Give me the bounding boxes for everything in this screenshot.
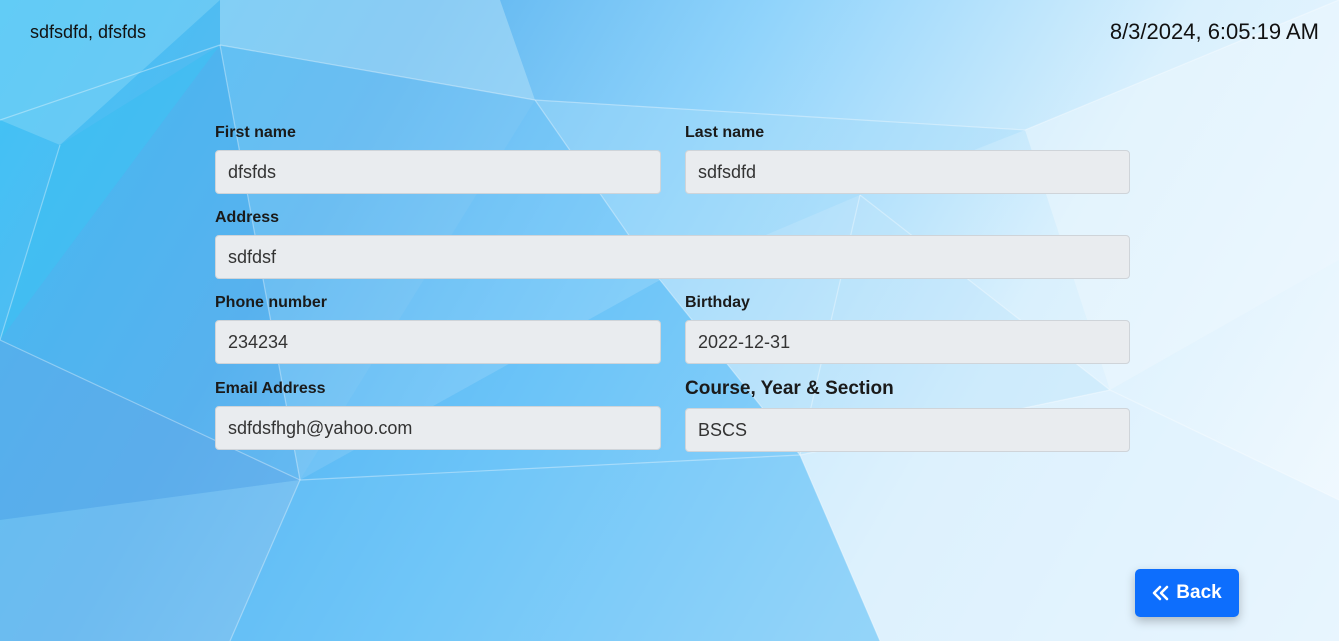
phone-field[interactable]: 234234	[215, 320, 661, 364]
double-chevron-left-icon	[1152, 585, 1170, 601]
datetime-display: 8/3/2024, 6:05:19 AM	[1109, 19, 1319, 44]
birthday-group: Birthday 2022-12-31	[685, 294, 1130, 364]
first-name-group: First name dfsfds	[215, 124, 661, 194]
phone-label: Phone number	[215, 294, 328, 311]
address-label: Address	[215, 209, 280, 226]
email-group: Email Address sdfdsfhgh@yahoo.com	[215, 380, 661, 450]
email-field[interactable]: sdfdsfhgh@yahoo.com	[215, 406, 661, 450]
course-label: Course, Year & Section	[685, 378, 894, 399]
course-group: Course, Year & Section BSCS	[685, 378, 1130, 452]
last-name-group: Last name sdfsdfd	[685, 124, 1130, 194]
first-name-field[interactable]: dfsfds	[215, 150, 661, 194]
back-button[interactable]: Back	[1135, 569, 1239, 617]
last-name-field[interactable]: sdfsdfd	[685, 150, 1130, 194]
address-field[interactable]: sdfdsf	[215, 235, 1130, 279]
user-name: sdfsdfd, dfsfds	[30, 22, 147, 42]
course-field[interactable]: BSCS	[685, 408, 1130, 452]
email-label: Email Address	[215, 380, 326, 397]
address-group: Address sdfdsf	[215, 209, 1130, 279]
back-button-label: Back	[1176, 582, 1222, 603]
phone-group: Phone number 234234	[215, 294, 661, 364]
background-pattern	[0, 0, 1339, 641]
birthday-label: Birthday	[685, 294, 750, 311]
birthday-field[interactable]: 2022-12-31	[685, 320, 1130, 364]
profile-page: sdfsdfd, dfsfds 8/3/2024, 6:05:19 AM Fir…	[0, 0, 1339, 641]
first-name-label: First name	[215, 124, 296, 141]
last-name-label: Last name	[685, 124, 765, 141]
